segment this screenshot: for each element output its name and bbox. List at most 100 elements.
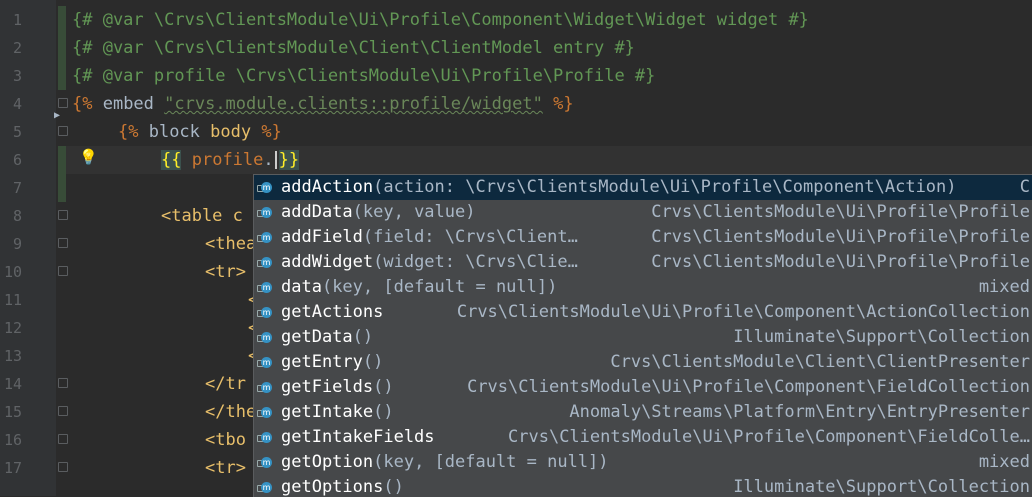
twig-brace: {{ xyxy=(161,150,182,170)
code-line[interactable]: {% embed "crvs.module.clients::profile/w… xyxy=(72,90,574,118)
vcs-change-marker[interactable] xyxy=(58,146,66,202)
method-icon: m xyxy=(257,481,272,494)
fold-marker-icon[interactable] xyxy=(58,378,68,388)
code-line[interactable]: </tr xyxy=(205,370,246,398)
fold-marker-icon[interactable] xyxy=(58,434,68,444)
twig-delimiter: %} xyxy=(542,94,574,114)
completion-item[interactable]: m getOptions() Illuminate\Support\Collecti… xyxy=(254,475,1032,497)
code-line[interactable]: <thea xyxy=(205,230,256,258)
completion-item-name: getIntakeFields xyxy=(281,427,435,447)
fold-marker-icon[interactable] xyxy=(58,210,68,220)
twig-brace: }} xyxy=(278,150,300,170)
completion-item-name: getOption(key, [default = null]) xyxy=(281,452,609,472)
completion-item-name: addWidget(widget: \Crvs\Clie… xyxy=(281,252,578,272)
completion-item-params: (key, value) xyxy=(352,202,476,222)
completion-item-params: () xyxy=(373,402,394,422)
method-icon: m xyxy=(257,306,272,319)
completion-item[interactable]: m getOption(key, [default = null]) mixed xyxy=(254,450,1032,475)
line-number: 13 xyxy=(3,347,22,365)
fold-arrow-icon[interactable]: ▶ xyxy=(54,110,60,121)
code-line[interactable]: {# @var \Crvs\ClientsModule\Ui\Profile\C… xyxy=(72,6,809,34)
completion-item[interactable]: m getIntake() Anomaly\Streams\Platform\Ent… xyxy=(254,400,1032,425)
completion-item[interactable]: m getEntry() Crvs\ClientsModule\Client\Cli… xyxy=(254,350,1032,375)
fold-marker-icon[interactable] xyxy=(58,266,68,276)
code-line[interactable]: <tbo xyxy=(205,426,246,454)
twig-keyword: block xyxy=(138,122,211,142)
line-number: 15 xyxy=(3,403,22,421)
completion-item-name: getFields() xyxy=(281,377,394,397)
completion-item[interactable]: m getActions Crvs\ClientsModule\Ui\Profile… xyxy=(254,300,1032,325)
line-number: 2 xyxy=(12,39,22,57)
completion-item-name: getEntry() xyxy=(281,352,384,372)
completion-item-type: Illuminate\Support\Collection xyxy=(733,477,1030,497)
completion-item-name: addAction(action: \Crvs\ClientsModule\Ui… xyxy=(281,177,957,197)
completion-item-params: () xyxy=(352,327,374,347)
code-line[interactable]: {# @var \Crvs\ClientsModule\Client\Clien… xyxy=(72,34,635,62)
code-line[interactable]: {{ profile.}} xyxy=(161,146,300,174)
twig-delimiter: %} xyxy=(251,122,282,142)
completion-item[interactable]: m addData(key, value) Crvs\ClientsModule\U… xyxy=(254,200,1032,225)
method-icon: m xyxy=(257,256,272,269)
method-icon: m xyxy=(257,406,272,419)
line-number: 9 xyxy=(12,235,22,253)
line-number: 4 xyxy=(12,95,22,113)
twig-string: "crvs.module.clients::profile/widget" xyxy=(164,94,543,114)
line-number: 11 xyxy=(3,291,22,309)
completion-item-type: Crvs\ClientsModule\Ui\Profile\Component\… xyxy=(467,377,1030,397)
line-number: 16 xyxy=(3,431,22,449)
completion-item-params: (key, [default = null]) xyxy=(373,452,609,472)
completion-item-name: data(key, [default = null]) xyxy=(281,277,558,297)
completion-item-name: getActions xyxy=(281,302,384,322)
completion-item-type: Crvs\ClientsModule\Ui\Profile\Profile xyxy=(651,227,1030,247)
code-line[interactable]: <table c xyxy=(161,202,243,230)
method-icon: m xyxy=(257,331,272,344)
completion-item-params: (field: \Crvs\Client… xyxy=(362,227,578,247)
code-line[interactable]: <tr> xyxy=(205,454,246,482)
line-number: 6 xyxy=(12,151,22,169)
completion-item[interactable]: m getFields() Crvs\ClientsModule\Ui\Profil… xyxy=(254,375,1032,400)
completion-item[interactable]: m getIntakeFields Crvs\ClientsModule\Ui\Pr… xyxy=(254,425,1032,450)
fold-marker-icon[interactable] xyxy=(58,98,68,108)
code-line[interactable]: <tr> xyxy=(205,258,246,286)
line-number: 12 xyxy=(3,319,22,337)
fold-marker-icon[interactable] xyxy=(58,406,68,416)
fold-marker-icon[interactable] xyxy=(58,126,68,136)
completion-item-type: C xyxy=(1019,177,1030,197)
twig-variable: profile xyxy=(191,150,264,170)
completion-item-params: (action: \Crvs\ClientsModule\Ui\Profile\… xyxy=(373,177,957,197)
completion-item-type: Anomaly\Streams\Platform\Entry\EntryPres… xyxy=(569,402,1030,422)
line-number: 10 xyxy=(3,263,22,281)
completion-item-name: getData() xyxy=(281,327,374,347)
code-line[interactable]: </the xyxy=(205,398,256,426)
method-icon: m xyxy=(257,206,272,219)
completion-item-params: () xyxy=(373,377,394,397)
completion-popup[interactable]: m addAction(action: \Crvs\ClientsModule\U… xyxy=(253,174,1032,497)
completion-item-name: getIntake() xyxy=(281,402,394,422)
line-number: 5 xyxy=(12,123,22,141)
completion-item[interactable]: m addField(field: \Crvs\Client… Crvs\Clien… xyxy=(254,225,1032,250)
completion-item-name: getOptions() xyxy=(281,477,404,497)
completion-item[interactable]: m addAction(action: \Crvs\ClientsModule\U… xyxy=(254,175,1032,200)
method-icon: m xyxy=(257,231,272,244)
code-line[interactable]: {% block body %} xyxy=(118,118,282,146)
line-number: 17 xyxy=(3,459,22,477)
twig-dot: . xyxy=(263,150,274,170)
code-line[interactable]: {# @var profile \Crvs\ClientsModule\Ui\P… xyxy=(72,62,655,90)
twig-block-name: body xyxy=(210,122,252,142)
completion-item-params: () xyxy=(362,352,384,372)
completion-item[interactable]: m getData() Illuminate\Support\Collection xyxy=(254,325,1032,350)
text-cursor xyxy=(274,151,277,169)
method-icon: m xyxy=(257,281,272,294)
completion-item[interactable]: m addWidget(widget: \Crvs\Clie… Crvs\Clien… xyxy=(254,250,1032,275)
fold-marker-icon[interactable] xyxy=(58,238,68,248)
completion-item[interactable]: m data(key, [default = null]) mixed xyxy=(254,275,1032,300)
completion-item-type: Crvs\ClientsModule\Ui\Profile\Component\… xyxy=(456,302,1030,322)
line-number: 14 xyxy=(3,375,22,393)
vcs-change-marker[interactable] xyxy=(58,6,66,90)
lightbulb-icon[interactable]: 💡 xyxy=(79,148,98,166)
completion-item-type: Crvs\ClientsModule\Client\ClientPresente… xyxy=(610,352,1030,372)
method-icon: m xyxy=(257,431,272,444)
fold-marker-icon[interactable] xyxy=(58,462,68,472)
completion-item-type: Crvs\ClientsModule\Ui\Profile\Profile xyxy=(651,252,1030,272)
method-icon: m xyxy=(257,381,272,394)
